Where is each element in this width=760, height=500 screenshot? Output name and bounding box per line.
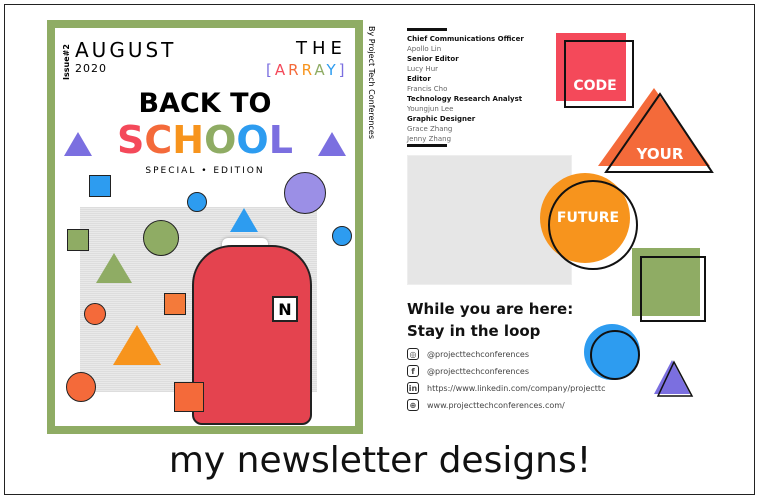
- purple-triangle: [654, 360, 694, 397]
- social-link[interactable]: ◎ @projecttechconferences: [407, 348, 529, 360]
- staff-name: Lucy Hur: [407, 65, 439, 73]
- square-outline: [640, 256, 706, 322]
- instagram-icon: ◎: [407, 348, 419, 360]
- triangle-shape: [113, 325, 161, 365]
- headline-school: SCHOOL: [0, 118, 410, 162]
- triangle-shape: [318, 132, 346, 156]
- array-letter: R: [301, 61, 315, 79]
- array-letter: R: [288, 61, 302, 79]
- circle-shape: [187, 192, 207, 212]
- school-letter: S: [117, 118, 145, 162]
- globe-icon: ⊕: [407, 399, 419, 411]
- headline-back-to: BACK TO: [138, 88, 272, 119]
- square-shape: [67, 229, 89, 251]
- caption: my newsletter designs!: [168, 440, 592, 481]
- array-letter: A: [274, 61, 289, 79]
- social-text: https://www.linkedin.com/company/project…: [427, 383, 606, 393]
- staff-role: Graphic Designer: [407, 115, 476, 123]
- title-the: THE: [296, 38, 347, 59]
- triangle-shape: [64, 132, 92, 156]
- school-letter: O: [236, 118, 269, 162]
- cta-subheading: Stay in the loop: [407, 322, 541, 340]
- social-link[interactable]: ⊕ www.projecttechconferences.com/: [407, 399, 565, 411]
- divider: [407, 28, 447, 31]
- year: 2020: [75, 62, 107, 75]
- circle-shape: [284, 172, 326, 214]
- staff-name: Apollo Lin: [407, 45, 442, 53]
- school-letter: C: [144, 118, 173, 162]
- staff-role: Technology Research Analyst: [407, 95, 523, 103]
- social-text: @projecttechconferences: [427, 366, 529, 376]
- divider: [407, 144, 447, 147]
- social-text: www.projecttechconferences.com/: [427, 400, 565, 410]
- staff-name: Youngjun Lee: [407, 105, 454, 113]
- edition-label: SPECIAL • EDITION: [145, 166, 265, 176]
- month: AUGUST: [75, 38, 177, 62]
- staff-role: Editor: [407, 75, 431, 83]
- byline: By Project Tech Conferences: [367, 26, 376, 140]
- social-text: @projecttechconferences: [427, 349, 529, 359]
- school-letter: O: [204, 118, 237, 162]
- cta-heading: While you are here:: [407, 300, 574, 318]
- social-link[interactable]: in https://www.linkedin.com/company/proje…: [407, 382, 605, 394]
- staff-role: Senior Editor: [407, 55, 459, 63]
- school-letter: L: [268, 118, 293, 162]
- facebook-icon: f: [407, 365, 419, 377]
- circle-shape: [332, 226, 352, 246]
- triangle-shape: [230, 208, 258, 232]
- social-link[interactable]: f @projecttechconferences: [407, 365, 529, 377]
- array-letter: [: [266, 61, 275, 79]
- staff-name: Grace Zhang: [407, 125, 453, 133]
- square-shape: [174, 382, 204, 412]
- staff-role: Chief Communications Officer: [407, 35, 524, 43]
- array-letter: A: [314, 61, 327, 79]
- array-letter: ]: [338, 61, 348, 79]
- circle-shape: [84, 303, 106, 325]
- staff-list: Chief Communications Officer Apollo Lin Se…: [407, 34, 524, 144]
- school-letter: H: [172, 118, 205, 162]
- linkedin-icon: in: [407, 382, 419, 394]
- circle-shape: [143, 220, 179, 256]
- notion-logo-icon: N: [272, 296, 298, 322]
- array-letter: Y: [326, 61, 339, 79]
- circle-shape: [66, 372, 96, 402]
- circle-outline: [590, 330, 640, 380]
- issue-label: Issue#2: [62, 44, 71, 80]
- word-future: FUTURE: [556, 210, 620, 226]
- staff-name: Francis Cho: [407, 85, 448, 93]
- title-array: [ARRAY]: [266, 61, 348, 79]
- word-your: YOUR: [636, 145, 684, 163]
- staff-name: Jenny Zhang: [407, 135, 452, 143]
- triangle-shape: [96, 253, 132, 283]
- square-shape: [164, 293, 186, 315]
- backpack-illustration: [192, 245, 312, 425]
- square-shape: [89, 175, 111, 197]
